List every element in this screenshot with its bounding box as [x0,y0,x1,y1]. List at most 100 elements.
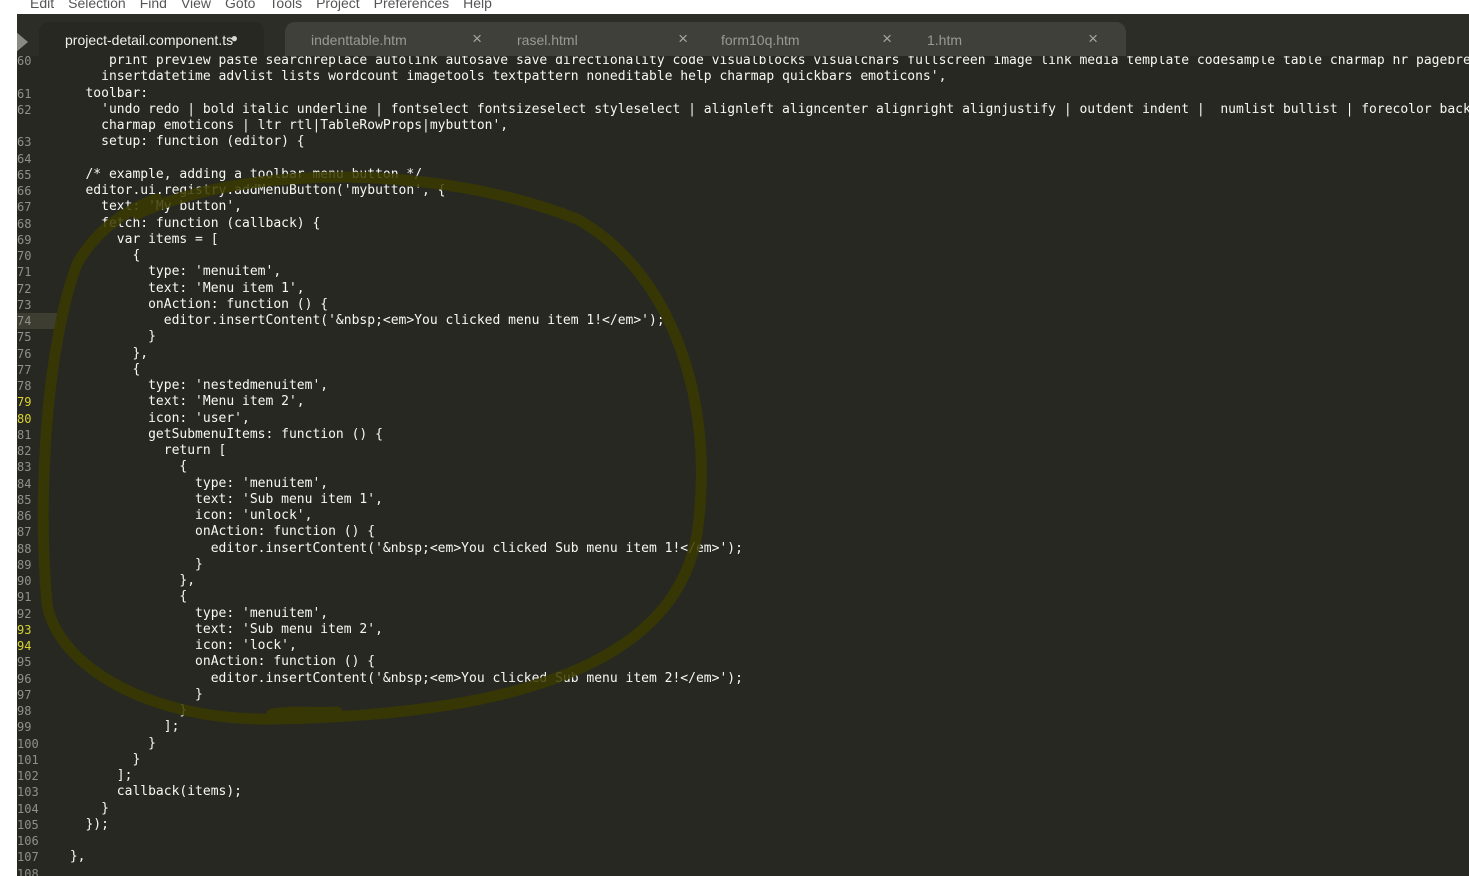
code-line[interactable]: } [62,329,156,345]
close-icon[interactable]: × [1088,29,1098,49]
code-line[interactable]: } [62,736,156,752]
close-icon[interactable]: × [678,29,688,49]
code-line[interactable]: ]; [62,719,180,735]
code-line[interactable]: var items = [ [62,232,219,248]
line-number: 65 [17,168,32,182]
code-line[interactable]: }, [62,346,148,362]
code-line[interactable]: onAction: function () { [62,524,375,540]
code-line[interactable]: icon: 'user', [62,411,250,427]
code-line[interactable]: } [62,752,140,768]
code-line[interactable]: icon: 'lock', [62,638,297,654]
code-line[interactable]: type: 'menuitem', [62,606,328,622]
line-number: 70 [17,249,32,263]
code-line[interactable]: }); [62,817,109,833]
close-icon[interactable]: × [472,29,482,49]
code-line[interactable]: ]; [62,768,133,784]
tab-4[interactable]: form10q.htm × [695,22,920,56]
code-line[interactable]: text: 'My button', [62,199,242,215]
code-line[interactable]: text: 'Menu item 1', [62,281,305,297]
menu-item-view[interactable]: View [181,0,211,11]
code-line[interactable]: callback(items); [62,784,242,800]
code-line[interactable]: { [62,459,187,475]
code-line[interactable]: }, [62,573,195,589]
tab-label: form10q.htm [721,32,800,48]
code-line[interactable]: toolbar: [62,86,148,102]
menu-item-preferences[interactable]: Preferences [374,0,449,11]
code-line[interactable]: { [62,362,140,378]
line-number: 94 [17,639,32,653]
code-line[interactable]: text: 'Menu item 2', [62,394,305,410]
code-line[interactable]: onAction: function () { [62,297,328,313]
line-number: 93 [17,623,32,637]
code-line[interactable]: editor.ui.registry.addMenuButton('mybutt… [62,183,445,199]
tab-label: 1.htm [927,32,963,48]
tab-3[interactable]: rasel.html × [491,22,716,56]
code-line[interactable]: { [62,248,140,264]
line-number: 103 [17,785,39,799]
line-number: 75 [17,330,32,344]
code-line[interactable]: onAction: function () { [62,654,375,670]
code-line[interactable]: editor.insertContent('&nbsp;<em>You clic… [62,671,743,687]
code-line[interactable]: icon: 'unlock', [62,508,312,524]
code-line[interactable]: fetch: function (callback) { [62,216,320,232]
line-number: 95 [17,655,32,669]
line-number: 69 [17,233,32,247]
line-number: 104 [17,802,39,816]
code-line[interactable]: editor.insertContent('&nbsp;<em>You clic… [62,313,665,329]
line-number: 89 [17,558,32,572]
menu-item-help[interactable]: Help [463,0,492,11]
line-number: 91 [17,590,32,604]
code-line[interactable]: } [62,687,203,703]
code-editor[interactable]: 60 61 62 63 64 65 66 67 68 69 70 71 72 73 74 75 76 77 78 79… [17,56,1469,876]
line-number: 72 [17,282,32,296]
code-line[interactable]: return [ [62,443,227,459]
line-number: 63 [17,135,32,149]
code-area[interactable]: print preview paste searchreplace autoli… [62,56,1469,876]
modified-dot-icon[interactable]: ● [231,31,238,45]
line-number-gutter: 60 61 62 63 64 65 66 67 68 69 70 71 72 73 74 75 76 77 78 79… [17,56,59,876]
line-number: 60 [17,56,32,68]
code-line[interactable]: getSubmenuItems: function () { [62,427,383,443]
line-number: 106 [17,834,39,848]
code-line[interactable]: text: 'Sub menu item 1', [62,492,383,508]
tab-2[interactable]: indenttable.htm × [285,22,510,56]
code-line[interactable]: charmap emoticons | ltr rtl|TableRowProp… [62,118,508,134]
menu-item-selection[interactable]: Selection [68,0,126,11]
close-icon[interactable]: × [882,29,892,49]
menu-item-tools[interactable]: Tools [269,0,302,11]
code-line[interactable]: type: 'nestedmenuitem', [62,378,328,394]
code-line[interactable]: } [62,703,187,719]
line-number: 101 [17,753,39,767]
menu-bar: Edit Selection Find View Goto Tools Project Pre… [0,0,1469,14]
tab-scroll-arrow-icon[interactable] [17,31,28,53]
code-line[interactable]: type: 'menuitem', [62,264,281,280]
code-line[interactable]: }, [62,849,86,865]
line-number: 84 [17,477,32,491]
line-number: 99 [17,720,32,734]
menu-item-find[interactable]: Find [140,0,167,11]
tab-5[interactable]: 1.htm × [901,22,1126,56]
line-number: 80 [17,412,32,426]
menu-item-goto[interactable]: Goto [225,0,255,11]
code-line[interactable]: insertdatetime advlist lists wordcount i… [62,69,946,85]
code-line[interactable]: type: 'menuitem', [62,476,328,492]
line-number: 71 [17,265,32,279]
tab-1[interactable]: project-detail.component.ts ● [39,22,264,56]
line-number: 74 [17,314,32,328]
code-line[interactable]: /* example, adding a toolbar menu button… [62,167,422,183]
code-line[interactable]: text: 'Sub menu item 2', [62,622,383,638]
tab-label: rasel.html [517,32,578,48]
code-line[interactable]: 'undo redo | bold italic underline | fon… [62,102,1469,118]
menu-item-edit[interactable]: Edit [30,0,54,11]
tab-bar: project-detail.component.ts ● indenttable.… [17,14,1469,56]
code-line[interactable]: { [62,589,187,605]
line-number: 67 [17,200,32,214]
code-line[interactable]: } [62,801,109,817]
line-number: 61 [17,87,32,101]
code-line[interactable]: print preview paste searchreplace autoli… [62,56,1469,69]
menu-item-project[interactable]: Project [316,0,360,11]
code-line[interactable]: setup: function (editor) { [62,134,305,150]
code-line[interactable]: editor.insertContent('&nbsp;<em>You clic… [62,541,743,557]
code-line[interactable]: } [62,557,203,573]
line-number: 88 [17,542,32,556]
